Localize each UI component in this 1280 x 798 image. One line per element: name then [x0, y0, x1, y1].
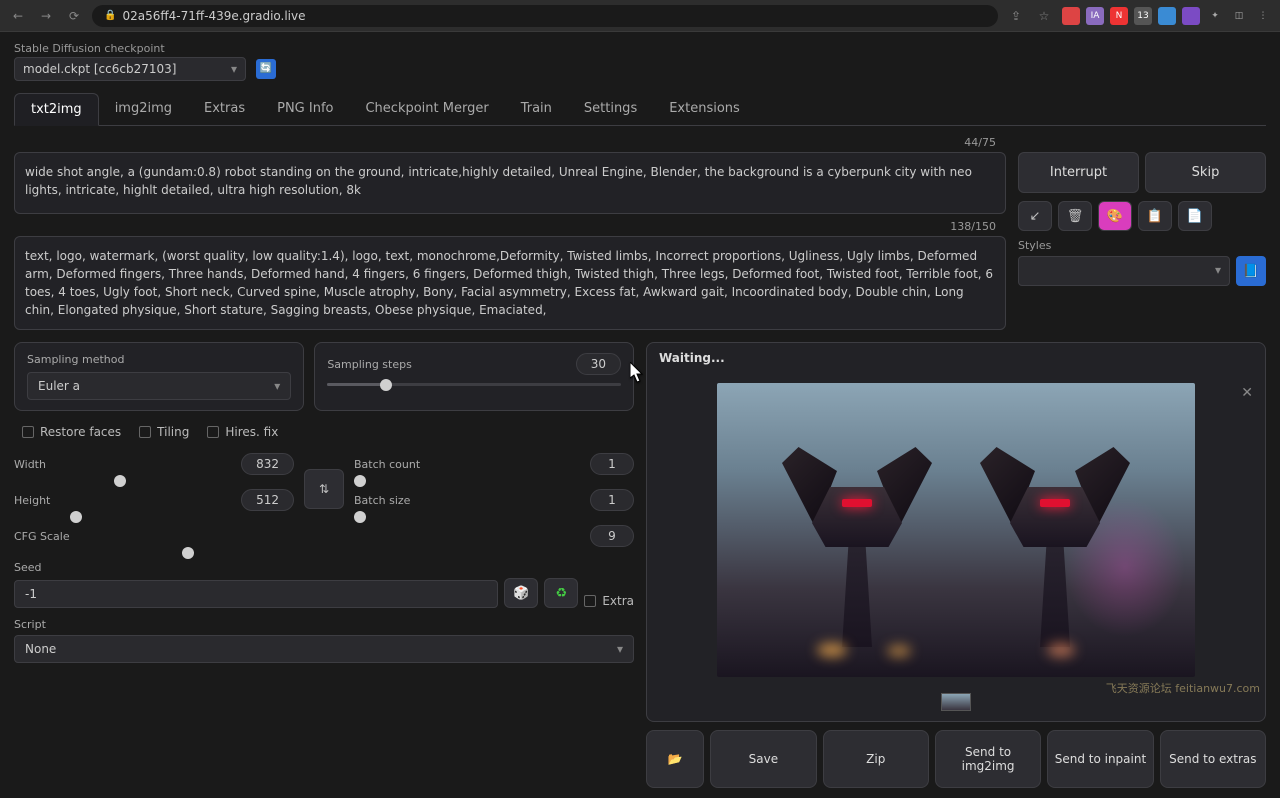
reuse-seed-button[interactable]: ♻: [544, 578, 578, 608]
ext-icon-4[interactable]: 13: [1134, 7, 1152, 25]
seed-extra-checkbox[interactable]: Extra: [584, 594, 634, 608]
tab-img2img[interactable]: img2img: [99, 93, 188, 125]
batch-count-label: Batch count: [354, 458, 420, 471]
styles-select[interactable]: [1018, 256, 1230, 286]
ext-icon-1[interactable]: [1062, 7, 1080, 25]
preview-status: Waiting...: [647, 343, 1265, 373]
neg-prompt-token-count: 138/150: [950, 220, 996, 233]
batch-count-value[interactable]: 1: [590, 453, 634, 475]
url-text: 02a56ff4-71ff-439e.gradio.live: [122, 9, 305, 23]
swap-dimensions-button[interactable]: ⇅: [304, 469, 344, 509]
arrow-icon[interactable]: ↙: [1018, 201, 1052, 231]
ext-icon-3[interactable]: N: [1110, 7, 1128, 25]
cfg-label: CFG Scale: [14, 530, 70, 543]
art-icon[interactable]: 🎨: [1098, 201, 1132, 231]
checkpoint-select[interactable]: model.ckpt [cc6cb27103]: [14, 57, 246, 81]
tab-train[interactable]: Train: [505, 93, 568, 125]
tab-pnginfo[interactable]: PNG Info: [261, 93, 349, 125]
ext-icon-6[interactable]: [1182, 7, 1200, 25]
send-extras-button[interactable]: Send to extras: [1160, 730, 1266, 788]
script-label: Script: [14, 618, 634, 631]
browser-bar: ← → ⟳ 🔒 02a56ff4-71ff-439e.gradio.live ⇪…: [0, 0, 1280, 32]
checkpoint-label: Stable Diffusion checkpoint: [14, 42, 246, 55]
tab-checkpoint-merger[interactable]: Checkpoint Merger: [349, 93, 504, 125]
sampling-steps-value[interactable]: 30: [576, 353, 621, 375]
folder-button[interactable]: 📂: [646, 730, 704, 788]
ext-icon-5[interactable]: [1158, 7, 1176, 25]
seed-input[interactable]: -1: [14, 580, 498, 608]
sampling-method-select[interactable]: Euler a: [27, 372, 291, 400]
cfg-value[interactable]: 9: [590, 525, 634, 547]
height-value[interactable]: 512: [241, 489, 294, 511]
seed-label: Seed: [14, 561, 634, 574]
tab-extras[interactable]: Extras: [188, 93, 261, 125]
preview-panel: Waiting... ✕: [646, 342, 1266, 722]
prompt-token-count: 44/75: [964, 136, 996, 149]
back-icon[interactable]: ←: [8, 6, 28, 26]
share-icon[interactable]: ⇪: [1006, 6, 1026, 26]
batch-size-label: Batch size: [354, 494, 410, 507]
thumbnail[interactable]: [941, 693, 971, 711]
sampling-steps-slider[interactable]: [327, 383, 621, 386]
url-bar[interactable]: 🔒 02a56ff4-71ff-439e.gradio.live: [92, 5, 998, 27]
width-value[interactable]: 832: [241, 453, 294, 475]
zip-button[interactable]: Zip: [823, 730, 929, 788]
save-button[interactable]: Save: [710, 730, 816, 788]
hires-fix-checkbox[interactable]: Hires. fix: [207, 425, 278, 439]
menu-icon[interactable]: ⋮: [1254, 7, 1272, 25]
random-seed-button[interactable]: 🎲: [504, 578, 538, 608]
puzzle-icon[interactable]: ✦: [1206, 7, 1224, 25]
skip-button[interactable]: Skip: [1145, 152, 1266, 193]
height-label: Height: [14, 494, 50, 507]
preview-image[interactable]: [717, 383, 1195, 677]
width-label: Width: [14, 458, 46, 471]
extension-icons: IA N 13 ✦ ◫ ⋮: [1062, 7, 1272, 25]
tab-extensions[interactable]: Extensions: [653, 93, 756, 125]
send-inpaint-button[interactable]: Send to inpaint: [1047, 730, 1153, 788]
prompt-input[interactable]: wide shot angle, a (gundam:0.8) robot st…: [14, 152, 1006, 214]
sampling-steps-label: Sampling steps: [327, 358, 412, 371]
ext-icon-2[interactable]: IA: [1086, 7, 1104, 25]
tab-settings[interactable]: Settings: [568, 93, 653, 125]
negative-prompt-input[interactable]: text, logo, watermark, (worst quality, l…: [14, 236, 1006, 330]
styles-label: Styles: [1018, 239, 1230, 252]
interrupt-button[interactable]: Interrupt: [1018, 152, 1139, 193]
restore-faces-checkbox[interactable]: Restore faces: [22, 425, 121, 439]
apply-styles-button[interactable]: 📘: [1236, 256, 1266, 286]
tab-txt2img[interactable]: txt2img: [14, 93, 99, 126]
reload-icon[interactable]: ⟳: [64, 6, 84, 26]
batch-size-value[interactable]: 1: [590, 489, 634, 511]
star-icon[interactable]: ☆: [1034, 6, 1054, 26]
refresh-checkpoint-button[interactable]: 🔄: [256, 59, 276, 79]
file-icon[interactable]: 📄: [1178, 201, 1212, 231]
script-select[interactable]: None: [14, 635, 634, 663]
clipboard-icon[interactable]: 📋: [1138, 201, 1172, 231]
forward-icon[interactable]: →: [36, 6, 56, 26]
close-preview-icon[interactable]: ✕: [1241, 385, 1253, 401]
main-tabs: txt2img img2img Extras PNG Info Checkpoi…: [14, 93, 1266, 126]
panel-icon[interactable]: ◫: [1230, 7, 1248, 25]
sampling-method-label: Sampling method: [27, 353, 291, 366]
watermark: 飞天资源论坛 feitianwu7.com: [1106, 680, 1260, 696]
tiling-checkbox[interactable]: Tiling: [139, 425, 189, 439]
trash-icon[interactable]: 🗑: [1058, 201, 1092, 231]
send-img2img-button[interactable]: Send to img2img: [935, 730, 1041, 788]
lock-icon: 🔒: [104, 10, 116, 21]
